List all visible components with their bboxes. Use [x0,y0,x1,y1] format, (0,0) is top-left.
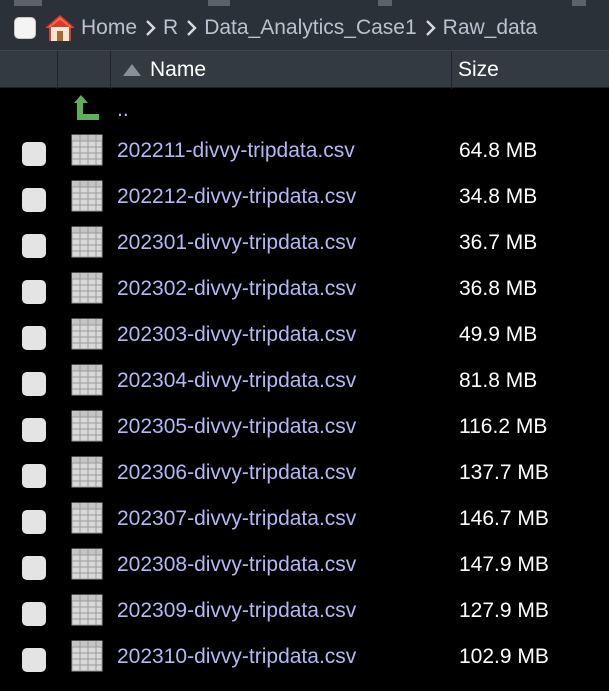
file-size: 102.9 MB [459,645,549,668]
file-name-link[interactable]: 202307-divvy-tripdata.csv [117,507,356,531]
file-name-link[interactable]: 202309-divvy-tripdata.csv [117,599,356,623]
row-checkbox[interactable] [22,188,46,212]
spreadsheet-file-icon [71,594,103,626]
file-size: 137.7 MB [459,461,549,484]
file-row[interactable]: 202310-divvy-tripdata.csv 102.9 MB [0,636,609,682]
column-divider[interactable] [451,51,452,89]
chevron-right-icon [146,20,156,36]
select-all-checkbox[interactable] [14,17,36,39]
file-row[interactable]: 202211-divvy-tripdata.csv 64.8 MB [0,130,609,176]
file-size: 36.7 MB [459,231,538,254]
file-row[interactable]: 202212-divvy-tripdata.csv 34.8 MB [0,176,609,222]
file-name-link[interactable]: 202306-divvy-tripdata.csv [117,461,356,485]
row-checkbox[interactable] [22,142,46,166]
chevron-right-icon [425,20,436,36]
name-column-header[interactable]: Name [112,51,206,89]
column-divider[interactable] [57,51,58,89]
file-row[interactable]: 202303-divvy-tripdata.csv 49.9 MB [0,314,609,360]
chevron-right-icon [187,20,197,36]
file-size: 64.8 MB [459,139,538,162]
file-row[interactable]: 202301-divvy-tripdata.csv 36.7 MB [0,222,609,268]
parent-directory-link[interactable]: .. [117,98,129,122]
spreadsheet-file-icon [71,134,103,166]
file-name-link[interactable]: 202304-divvy-tripdata.csv [117,369,356,393]
row-checkbox[interactable] [22,372,46,396]
file-name-link[interactable]: 202212-divvy-tripdata.csv [117,185,356,209]
file-row[interactable]: 202304-divvy-tripdata.csv 81.8 MB [0,360,609,406]
file-row[interactable]: 202305-divvy-tripdata.csv 116.2 MB [0,406,609,452]
home-icon[interactable] [44,13,76,43]
file-row[interactable]: 202307-divvy-tripdata.csv 146.7 MB [0,498,609,544]
spreadsheet-file-icon [71,548,103,580]
breadcrumb: Home R Data_Analytics_Case1 Raw_data [0,6,609,50]
file-name-link[interactable]: 202305-divvy-tripdata.csv [117,415,356,439]
size-column-header[interactable]: Size [458,58,499,82]
breadcrumb-home[interactable]: Home [81,16,137,40]
spreadsheet-file-icon [71,226,103,258]
spreadsheet-file-icon [71,364,103,396]
file-name-link[interactable]: 202310-divvy-tripdata.csv [117,645,356,669]
spreadsheet-file-icon [71,318,103,350]
file-name-link[interactable]: 202301-divvy-tripdata.csv [117,231,356,255]
file-size: 81.8 MB [459,369,538,392]
row-checkbox[interactable] [22,648,46,672]
file-size: 147.9 MB [459,553,549,576]
file-name-link[interactable]: 202303-divvy-tripdata.csv [117,323,356,347]
column-divider[interactable] [110,51,111,89]
row-checkbox[interactable] [22,556,46,580]
spreadsheet-file-icon [71,456,103,488]
spreadsheet-file-icon [71,272,103,304]
file-row[interactable]: 202306-divvy-tripdata.csv 137.7 MB [0,452,609,498]
file-size: 146.7 MB [459,507,549,530]
file-size: 49.9 MB [459,323,538,346]
file-size: 34.8 MB [459,185,538,208]
row-checkbox[interactable] [22,280,46,304]
spreadsheet-file-icon [71,180,103,212]
spreadsheet-file-icon [71,640,103,672]
sort-ascending-icon[interactable] [122,63,142,77]
file-name-link[interactable]: 202211-divvy-tripdata.csv [117,139,355,163]
file-row[interactable]: 202302-divvy-tripdata.csv 36.8 MB [0,268,609,314]
file-list: .. 202211-divvy-tripdata.csv 64.8 MB 202… [0,88,609,682]
row-checkbox[interactable] [22,326,46,350]
parent-directory-row[interactable]: .. [0,88,609,130]
breadcrumb-r[interactable]: R [163,16,178,40]
file-size: 127.9 MB [459,599,549,622]
row-checkbox[interactable] [22,510,46,534]
file-row[interactable]: 202308-divvy-tripdata.csv 147.9 MB [0,544,609,590]
row-checkbox[interactable] [22,464,46,488]
breadcrumb-current[interactable]: Raw_data [443,16,538,40]
column-header: Name Size [0,50,609,89]
spreadsheet-file-icon [71,502,103,534]
spreadsheet-file-icon [71,410,103,442]
file-name-link[interactable]: 202308-divvy-tripdata.csv [117,553,356,577]
file-size: 36.8 MB [459,277,538,300]
row-checkbox[interactable] [22,234,46,258]
row-checkbox[interactable] [22,602,46,626]
file-size: 116.2 MB [459,415,548,438]
file-name-link[interactable]: 202302-divvy-tripdata.csv [117,277,356,301]
up-arrow-icon[interactable] [73,94,101,122]
row-checkbox[interactable] [22,418,46,442]
name-column-label: Name [150,58,207,81]
breadcrumb-project[interactable]: Data_Analytics_Case1 [204,16,416,40]
file-row[interactable]: 202309-divvy-tripdata.csv 127.9 MB [0,590,609,636]
